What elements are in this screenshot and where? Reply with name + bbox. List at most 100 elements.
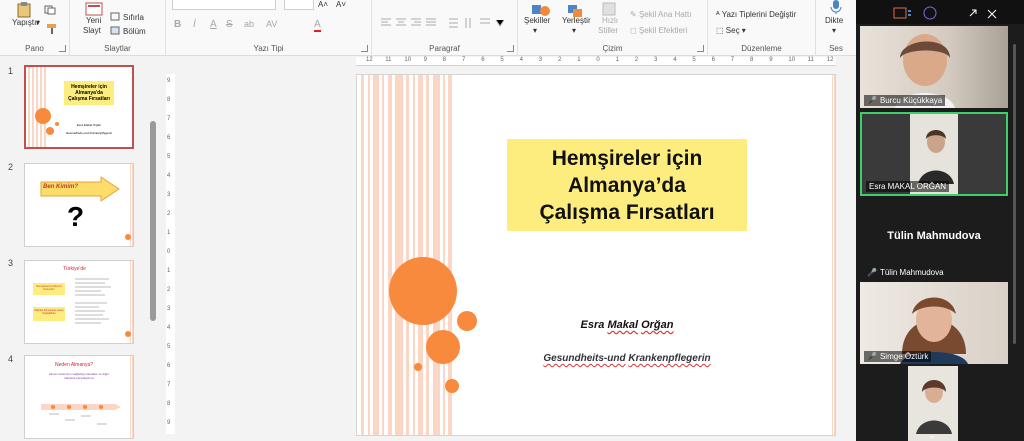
quick-styles-label-2[interactable]: Stiller [598,26,618,35]
reset-icon[interactable] [110,12,120,22]
shape-outline-button[interactable]: ✎ Şekil Ana Hattı [630,10,691,19]
slide-number-4: 4 [8,354,14,364]
decorative-circles [389,257,477,393]
slide-thumbnail-2[interactable]: Ben Kimim? ? [24,163,134,247]
ruler-tick-label: 8 [750,57,754,63]
dictate-button[interactable]: Dikte [825,16,843,25]
vertical-ruler: 9 8 7 6 5 4 3 2 1 0 1 2 3 4 5 6 7 8 9 [166,74,175,434]
slide-thumbnail-4[interactable]: Neden Almanya? Alman sisteminin sağladığ… [24,355,134,439]
participant-name-4: 🎤 Simge Öztürk [864,351,932,362]
participant-name-3-text: Tülin Mahmudova [879,268,944,277]
author-first-name: Esra [580,319,605,331]
participant-tile-2[interactable]: Esra MAKAL ORĞAN [860,112,1008,196]
replace-fonts-button[interactable]: ᴬ Yazı Tiplerini Değiştir [716,10,796,19]
yazi-tipi-launcher[interactable] [361,45,368,52]
slide-author[interactable]: Esra Makal Orğan [507,319,747,331]
shapes-button[interactable]: Şekiller [524,16,550,25]
section-button[interactable]: Bölüm [123,27,146,36]
powerpoint-window: Yapıştır ▾ Pano Yeni Slayt Sıfırla Bölüm… [0,0,1024,441]
participant-tile-5[interactable]: ⌄ [908,366,958,441]
underline-button[interactable]: A [210,19,217,30]
thumbnails-scrollbar[interactable] [150,121,156,321]
copy-icon[interactable] [44,5,56,15]
strikethrough-button[interactable]: S [226,19,233,30]
ruler-tick-label: 9 [167,78,171,84]
italic-button[interactable]: İ [193,19,196,30]
ruler-tick-label: 3 [167,306,171,312]
slide-title-box[interactable]: Hemşireler için Almanya’da Çalışma Fırsa… [507,139,747,231]
section-icon[interactable] [110,26,120,36]
slide-profession[interactable]: Gesundheits-und Krankenpflegerin [507,353,747,364]
cizim-launcher[interactable] [697,45,704,52]
thumb2-dot [125,234,131,240]
ruler-tick-label: 3 [538,57,543,63]
thumb1-profession: Gesundheits-und Krankenpflegerin [65,131,113,135]
circle-small [457,311,477,331]
participant-tile-4[interactable]: 🎤 Simge Öztürk [860,282,1008,364]
slide-thumbnail-1[interactable]: Hemşireler için Almanya'da Çalışma Fırsa… [24,65,134,149]
format-painter-icon[interactable] [46,23,58,35]
ruler-tick-label: 2 [558,57,562,63]
align-icons[interactable] [380,17,440,29]
new-slide-icon[interactable] [84,2,104,16]
quick-styles-label-1[interactable]: Hızlı [602,16,618,25]
video-panel-scrollbar[interactable] [1013,44,1016,344]
chevron-down-icon[interactable]: ⌄ [928,430,936,441]
ses-label: Ses [829,44,843,53]
video-toolbar [856,0,1024,24]
thumb1-title-3: Çalışma Fırsatları [68,96,110,102]
grow-font-icon[interactable]: A˄ [318,0,328,9]
ruler-tick-label: 1 [167,230,171,236]
shapes-dropdown-icon[interactable]: ▾ [533,26,537,35]
paste-button[interactable]: Yapıştır [12,18,39,27]
slide-thumbnail-3[interactable]: Türkiye'de Hemşirelerimiz Mevcut Durumla… [24,260,134,344]
select-button[interactable]: ⬚ Seç ▾ [716,26,746,35]
ruler-tick-label: 7 [167,116,171,122]
shape-effects-button[interactable]: ◻ Şekil Efektleri [630,26,687,35]
quick-styles-icon[interactable] [602,2,616,16]
stripe [361,75,364,435]
thumb3-dot [125,331,131,337]
participant-name-2-text: Esra MAKAL ORĞAN [869,182,947,191]
font-color-button[interactable]: A [314,19,321,32]
ruler-tick-label: 3 [654,57,658,63]
circle-tiny [445,379,459,393]
thumb3-box-2: Sağlıkta Dönüşümle Gelen Değişiklikler [33,307,65,321]
arrange-dropdown-icon[interactable]: ▾ [572,26,576,35]
paste-icon[interactable] [14,2,36,18]
group-ses: Dikte ▾ Ses [816,0,856,56]
char-spacing-button[interactable]: AV [266,19,277,29]
paragraf-launcher[interactable] [507,45,514,52]
ruler-tick-label: 5 [167,344,171,350]
font-name-box[interactable] [172,0,276,10]
ruler-tick-label: 8 [167,97,171,103]
ruler-tick-label: 6 [167,135,171,141]
new-slide-label-2[interactable]: Slayt [83,26,101,35]
thumb1-circles [35,108,59,135]
thumb2-question-glyph: ? [67,201,85,232]
ruler-tick-label: 11 [385,57,392,63]
slide-title-line-2: Almanya’da [568,173,686,197]
bold-button[interactable]: B [174,19,181,30]
shadow-button[interactable]: ab [244,19,254,29]
muted-mic-icon-3: 🎤 [867,268,877,277]
paste-dropdown-icon[interactable]: ▾ [36,18,40,27]
pano-launcher[interactable] [59,45,66,52]
group-paragraf: Paragraf [372,0,518,56]
dictate-dropdown-icon[interactable]: ▾ [832,26,836,35]
tile5-person [916,380,952,434]
ruler-tick-label: 9 [167,420,171,426]
shrink-font-icon[interactable]: A˅ [336,0,346,9]
slide-canvas[interactable]: Hemşireler için Almanya’da Çalışma Fırsa… [356,74,836,436]
participant-tile-3[interactable]: Tülin Mahmudova 🎤 Tülin Mahmudova [860,198,1008,280]
new-slide-label-1[interactable]: Yeni [86,16,101,25]
microphone-icon[interactable] [830,0,842,14]
arrange-button[interactable]: Yerleştir [562,16,591,25]
ruler-tick-label: 6 [481,57,485,63]
participant-tile-1[interactable]: 🎤 Burcu Küçükkaya [860,26,1008,108]
video-toolbar-icons[interactable] [860,4,1010,22]
text-direction-icons[interactable] [448,17,508,29]
reset-button[interactable]: Sıfırla [123,13,144,22]
font-size-box[interactable] [284,0,314,10]
thumb4-body: Alman sisteminin sağladığı olanaklar ve … [48,372,110,380]
